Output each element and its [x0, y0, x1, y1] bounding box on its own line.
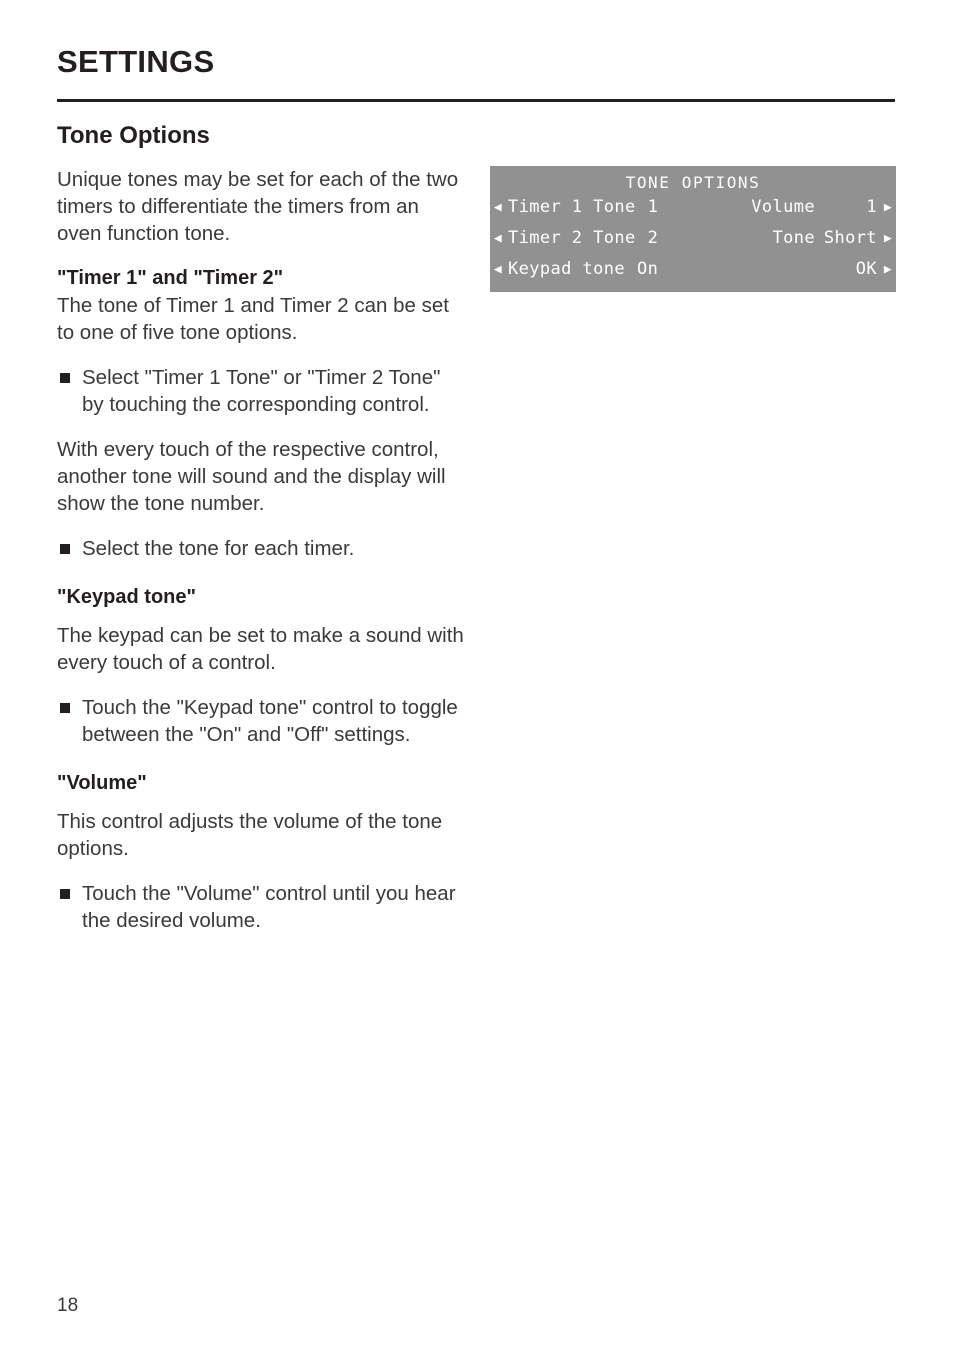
- bullet-item: Touch the "Keypad tone" control to toggl…: [57, 694, 467, 748]
- arrow-left-icon[interactable]: ◀: [490, 223, 506, 254]
- subheading-timer-1-and-2: "Timer 1" and "Timer 2": [57, 266, 284, 289]
- bullet-text: Select "Timer 1 Tone" or "Timer 2 Tone" …: [82, 365, 441, 416]
- display-ok-button[interactable]: OK: [815, 254, 880, 285]
- square-bullet-icon: [60, 888, 70, 899]
- page-header: SETTINGS: [57, 46, 895, 77]
- bullet-item: Select the tone for each timer.: [57, 535, 467, 562]
- display-row-value: 1: [647, 197, 659, 217]
- bullet-text: Touch the "Keypad tone" control to toggl…: [82, 695, 458, 746]
- arrow-left-icon[interactable]: ◀: [490, 254, 506, 285]
- display-title: TONE OPTIONS: [625, 173, 761, 192]
- subheading-keypad-tone: "Keypad tone": [57, 585, 196, 608]
- document-page: SETTINGS Tone Options Unique tones may b…: [0, 0, 954, 1352]
- page-title: SETTINGS: [57, 44, 215, 79]
- square-bullet-icon: [60, 702, 70, 713]
- square-bullet-icon: [60, 543, 70, 554]
- display-row-value: 2: [647, 228, 659, 248]
- display-row-right-label: Tone: [772, 228, 815, 248]
- keypad-body-paragraph: The keypad can be set to make a sound wi…: [57, 623, 464, 674]
- bullet-item: Touch the "Volume" control until you hea…: [57, 880, 467, 934]
- bullet-text: Touch the "Volume" control until you hea…: [82, 881, 456, 932]
- bullet-item: Select "Timer 1 Tone" or "Timer 2 Tone" …: [57, 364, 467, 418]
- display-row-right-value: Short: [823, 228, 877, 248]
- display-row-label: Keypad tone: [508, 259, 625, 279]
- display-row-timer-1[interactable]: ◀ Timer 1 Tone 1 Volume 1 ▶: [490, 192, 896, 223]
- intro-paragraph: Unique tones may be set for each of the …: [57, 167, 459, 245]
- arrow-left-icon[interactable]: ◀: [490, 192, 506, 223]
- display-row-label: Timer 2 Tone: [508, 228, 636, 248]
- display-row-right-label: Volume: [751, 197, 815, 217]
- bullet-text: Select the tone for each timer.: [82, 536, 355, 560]
- content-column-left: Tone Options Unique tones may be set for…: [57, 122, 467, 952]
- display-row-value: On: [636, 259, 659, 279]
- arrow-right-icon[interactable]: ▶: [880, 254, 896, 285]
- square-bullet-icon: [60, 372, 70, 383]
- header-divider: [57, 99, 895, 102]
- subheading-volume: "Volume": [57, 771, 147, 794]
- display-row-label: Timer 1 Tone: [508, 197, 636, 217]
- appliance-display-panel: TONE OPTIONS ◀ Timer 1 Tone 1 Volume 1 ▶…: [490, 166, 896, 292]
- arrow-right-icon[interactable]: ▶: [880, 192, 896, 223]
- page-number: 18: [57, 1295, 79, 1316]
- display-row-timer-2[interactable]: ◀ Timer 2 Tone 2 Tone Short ▶: [490, 223, 896, 254]
- section-title-tone-options: Tone Options: [57, 122, 210, 149]
- timer-body-paragraph: The tone of Timer 1 and Timer 2 can be s…: [57, 293, 449, 344]
- volume-body-paragraph: This control adjusts the volume of the t…: [57, 809, 443, 860]
- timer-touch-paragraph: With every touch of the respective contr…: [57, 437, 446, 515]
- arrow-right-icon[interactable]: ▶: [880, 223, 896, 254]
- display-row-keypad-tone[interactable]: ◀ Keypad tone On OK ▶: [490, 254, 896, 285]
- display-row-right-value: 1: [866, 197, 877, 217]
